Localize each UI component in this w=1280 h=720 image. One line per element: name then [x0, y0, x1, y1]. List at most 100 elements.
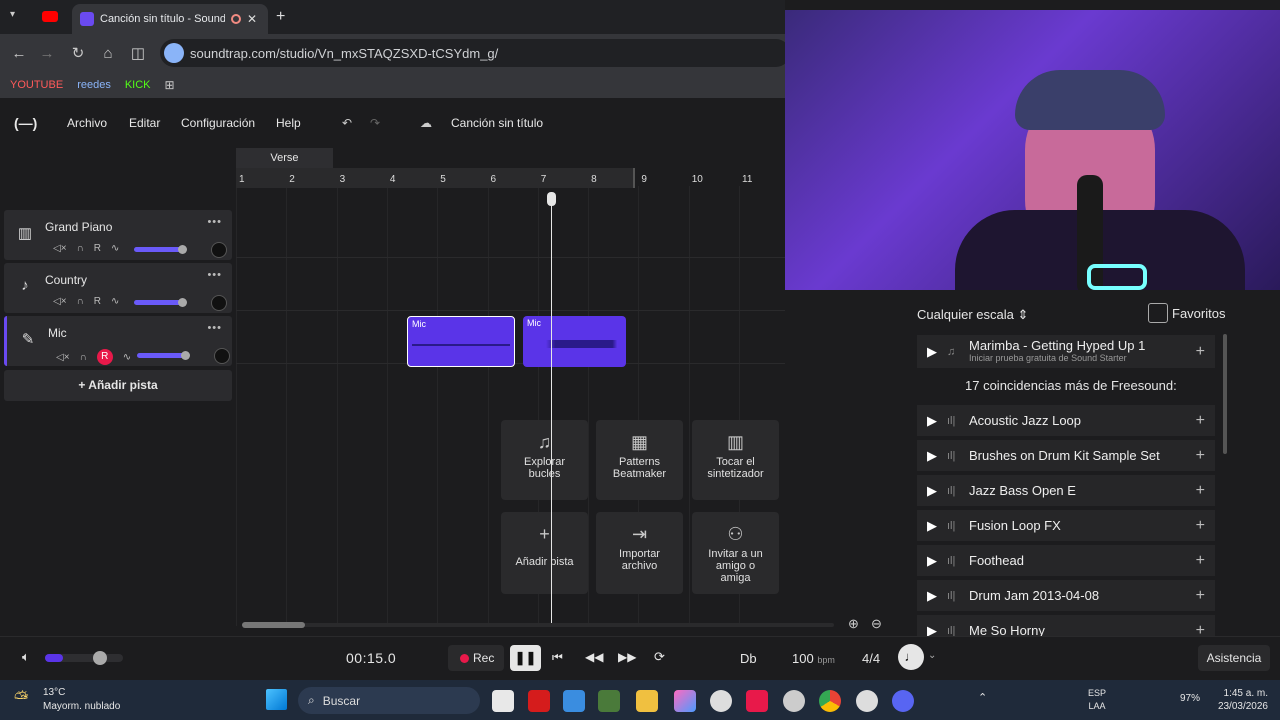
skip-to-start-icon[interactable]: ⏮︎ [552, 650, 563, 665]
store-icon[interactable] [563, 690, 585, 712]
folder-icon[interactable] [636, 690, 658, 712]
bookmark-kick[interactable]: KICK [125, 79, 151, 91]
mute-icon[interactable]: ◁× [53, 243, 67, 254]
apps-grid-icon[interactable]: ⊞ [165, 78, 175, 92]
bookmark-reedes[interactable]: reedes [77, 79, 111, 91]
track-name[interactable]: Mic [48, 326, 67, 340]
master-volume-knob[interactable] [93, 651, 107, 665]
time-signature[interactable]: 4/4 [862, 651, 880, 666]
file-explorer-icon[interactable] [492, 690, 514, 712]
playhead-handle[interactable] [547, 192, 556, 206]
record-arm-button[interactable]: R [96, 349, 113, 365]
volume-knob[interactable] [178, 298, 187, 307]
audio-clip[interactable]: Mic [407, 316, 515, 367]
play-icon[interactable]: ▶ [917, 518, 947, 534]
automation-icon[interactable]: ∿ [111, 243, 119, 254]
battery-percent[interactable]: 97% [1180, 693, 1200, 704]
back-icon[interactable]: ← [8, 42, 30, 64]
pause-button[interactable]: ❚❚ [510, 645, 541, 671]
playhead[interactable] [551, 192, 552, 626]
redo-icon[interactable]: ↷ [370, 116, 380, 130]
obs-icon[interactable] [856, 690, 878, 712]
bookmark-youtube[interactable]: YOUTUBE [10, 79, 63, 91]
track-grand-piano[interactable]: ▥ Grand Piano ••• ◁× ∩ R ∿ [4, 210, 232, 260]
address-bar[interactable]: soundtrap.com/studio/Vn_mxSTAQZSXD-tCSYd… [160, 39, 790, 67]
beatmaker-card[interactable]: ▦ Patterns Beatmaker [596, 420, 683, 500]
add-icon[interactable]: + [1196, 587, 1205, 605]
lane-grand-piano[interactable] [236, 206, 785, 258]
synth-card[interactable]: ▥ Tocar el sintetizador [692, 420, 779, 500]
loop-toggle-icon[interactable]: ⟳ [654, 649, 665, 665]
reload-icon[interactable]: ↻ [67, 42, 89, 64]
gpu-app-icon[interactable] [598, 690, 620, 712]
add-icon[interactable]: + [1196, 482, 1205, 500]
copilot-icon[interactable] [674, 690, 696, 712]
track-menu-icon[interactable]: ••• [207, 216, 222, 228]
tiktok-icon[interactable] [746, 690, 768, 712]
track-name[interactable]: Country [45, 273, 87, 287]
weather-temp[interactable]: 13°C [43, 687, 65, 698]
solo-headphones-icon[interactable]: ∩ [77, 243, 84, 254]
favorites-label[interactable]: Favoritos [1172, 306, 1225, 321]
home-icon[interactable]: ⌂ [97, 42, 119, 64]
record-arm-button[interactable]: R [94, 243, 101, 254]
weather-desc[interactable]: Mayorm. nublado [43, 701, 120, 712]
track-name[interactable]: Grand Piano [45, 220, 112, 234]
play-icon[interactable]: ▶ [917, 413, 947, 429]
loop-item[interactable]: ▶ ıl| Brushes on Drum Kit Sample Set + [917, 440, 1215, 471]
metronome-icon[interactable]: ♩ [898, 644, 924, 670]
add-icon[interactable]: + [1196, 412, 1205, 430]
discord-icon[interactable] [892, 690, 914, 712]
scale-selector[interactable]: Cualquier escala ⇕ [917, 307, 1028, 323]
invite-friend-card[interactable]: ⚇ Invitar a un amigo o amiga [692, 512, 779, 594]
record-button[interactable]: Rec [448, 645, 504, 671]
ruler[interactable]: 1 2 3 4 5 6 7 8 9 10 11 [236, 146, 785, 188]
add-icon[interactable]: + [1196, 552, 1205, 570]
split-view-icon[interactable]: ◫ [127, 42, 149, 64]
pan-knob[interactable] [211, 295, 227, 311]
play-icon[interactable]: ▶ [917, 588, 947, 604]
tray-chevron-icon[interactable]: ⌃ [978, 691, 987, 704]
automation-icon[interactable]: ∿ [111, 296, 119, 307]
track-menu-icon[interactable]: ••• [207, 322, 222, 334]
soundtrap-logo-icon[interactable]: (—) [14, 115, 37, 131]
volume-knob[interactable] [181, 351, 190, 360]
zoom-out-icon[interactable]: ⊖ [871, 616, 882, 632]
audio-clip[interactable]: Mic [523, 316, 626, 367]
tempo-display[interactable]: 100 bpm [792, 651, 835, 666]
menu-help[interactable]: Help [276, 116, 301, 130]
track-mic[interactable]: ✎ Mic ••• ◁× ∩ R ∿ [4, 316, 232, 366]
tab-list-dropdown[interactable]: ▾ [10, 9, 26, 25]
add-icon[interactable]: + [1196, 517, 1205, 535]
horizontal-scrollbar[interactable] [242, 623, 834, 627]
play-icon[interactable]: ▶ [917, 553, 947, 569]
zoom-in-icon[interactable]: ⊕ [848, 616, 859, 632]
speaker-icon[interactable]: 🔈︎ [22, 649, 30, 665]
add-track-card[interactable]: + Añadir pista [501, 512, 588, 594]
track-menu-icon[interactable]: ••• [207, 269, 222, 281]
forward-icon[interactable]: → [36, 42, 58, 64]
pan-knob[interactable] [211, 242, 227, 258]
solo-headphones-icon[interactable]: ∩ [77, 296, 84, 307]
active-tab[interactable]: Canción sin título - Soundtr ✕ [72, 4, 268, 34]
weather-icon[interactable]: ⛅︎ [14, 688, 28, 709]
mute-icon[interactable]: ◁× [53, 296, 67, 307]
rewind-icon[interactable]: ◀◀ [585, 650, 603, 664]
timeline[interactable]: Verse 1 2 3 4 5 6 7 8 9 10 11 Mic Mic ♫ Explorar bu… [236, 146, 882, 631]
scrollbar-thumb[interactable] [242, 622, 305, 628]
mute-icon[interactable]: ◁× [56, 352, 70, 363]
add-icon[interactable]: + [1196, 447, 1205, 465]
automation-icon[interactable]: ∿ [123, 352, 131, 363]
play-icon[interactable]: ▶ [917, 344, 947, 360]
key-display[interactable]: Db [740, 651, 757, 666]
undo-icon[interactable]: ↶ [342, 116, 352, 130]
clock-app-icon[interactable] [710, 690, 732, 712]
new-tab-button[interactable]: + [276, 8, 285, 26]
play-icon[interactable]: ▶ [917, 483, 947, 499]
close-tab-icon[interactable]: ✕ [247, 12, 257, 26]
import-file-card[interactable]: ⇥ Importar archivo [596, 512, 683, 594]
menu-editar[interactable]: Editar [129, 116, 160, 130]
input-language[interactable]: ESP LAA [1088, 687, 1106, 713]
featured-loop[interactable]: ▶ ♫ Marimba - Getting Hyped Up 1 Iniciar … [917, 335, 1215, 368]
fast-forward-icon[interactable]: ▶▶ [618, 650, 636, 664]
